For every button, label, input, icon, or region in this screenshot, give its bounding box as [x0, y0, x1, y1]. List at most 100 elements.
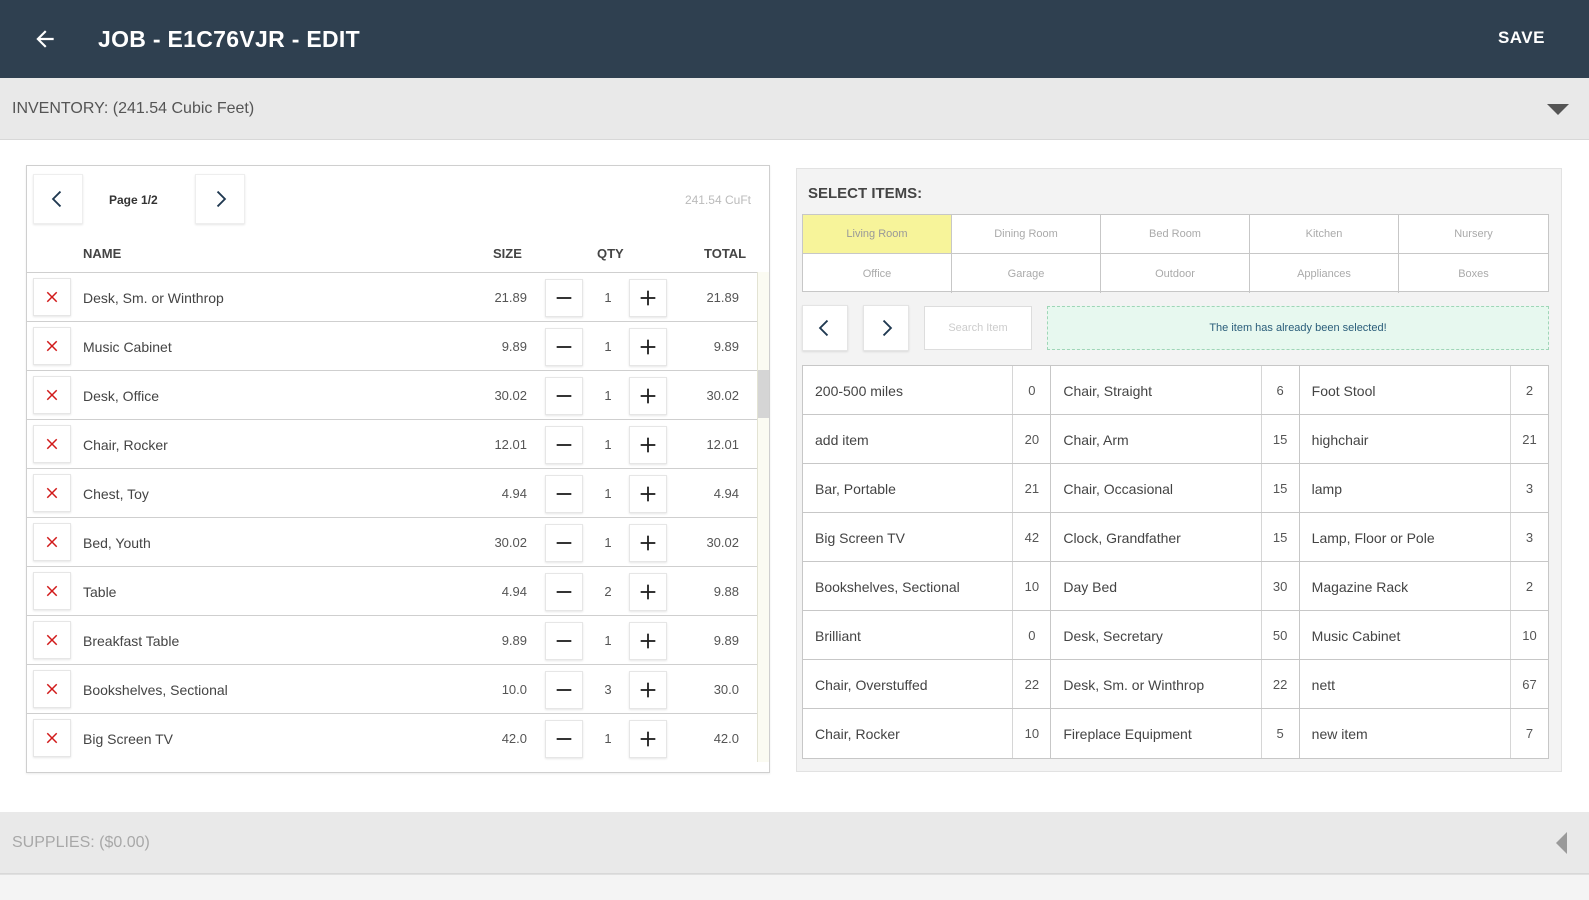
delete-item-button[interactable]	[33, 621, 71, 659]
inventory-row: Bookshelves, Sectional 10.0 3 30.0	[27, 664, 757, 713]
selectable-item-name: Chair, Arm	[1063, 432, 1129, 448]
items-next-button[interactable]	[863, 305, 909, 351]
decrease-qty-button[interactable]	[545, 377, 583, 415]
tab-bed-room[interactable]: Bed Room	[1101, 215, 1250, 254]
selectable-item[interactable]: Desk, Sm. or Winthrop 22	[1051, 660, 1300, 709]
save-button[interactable]: SAVE	[1498, 28, 1545, 48]
items-previous-button[interactable]	[802, 305, 848, 351]
increase-qty-button[interactable]	[629, 720, 667, 758]
next-page-button[interactable]	[195, 174, 245, 224]
scrollbar-thumb[interactable]	[758, 370, 769, 418]
item-size: 4.94	[501, 584, 527, 599]
supplies-section-header[interactable]: SUPPLIES: ($0.00)	[0, 812, 1589, 874]
decrease-qty-button[interactable]	[545, 279, 583, 317]
item-total: 12.01	[706, 437, 739, 452]
selectable-item[interactable]: Fireplace Equipment 5	[1051, 709, 1300, 758]
selectable-item-name: Clock, Grandfather	[1063, 530, 1181, 546]
plus-icon	[640, 584, 656, 600]
decrease-qty-button[interactable]	[545, 720, 583, 758]
tab-outdoor[interactable]: Outdoor	[1101, 254, 1250, 293]
increase-qty-button[interactable]	[629, 622, 667, 660]
tab-appliances[interactable]: Appliances	[1250, 254, 1399, 293]
tab-dining-room[interactable]: Dining Room	[952, 215, 1101, 254]
previous-page-button[interactable]	[33, 174, 83, 224]
decrease-qty-button[interactable]	[545, 426, 583, 464]
increase-qty-button[interactable]	[629, 671, 667, 709]
selectable-item[interactable]: nett 67	[1299, 660, 1548, 709]
selectable-item[interactable]: Bookshelves, Sectional 10	[803, 562, 1052, 611]
delete-item-button[interactable]	[33, 670, 71, 708]
tab-nursery[interactable]: Nursery	[1399, 215, 1548, 254]
tab-garage[interactable]: Garage	[952, 254, 1101, 293]
delete-item-button[interactable]	[33, 474, 71, 512]
inventory-section-header[interactable]: INVENTORY: (241.54 Cubic Feet)	[0, 78, 1589, 140]
tab-boxes[interactable]: Boxes	[1399, 254, 1548, 293]
decrease-qty-button[interactable]	[545, 671, 583, 709]
selectable-item[interactable]: Chair, Overstuffed 22	[803, 660, 1052, 709]
delete-item-button[interactable]	[33, 523, 71, 561]
selectable-item[interactable]: Lamp, Floor or Pole 3	[1299, 513, 1548, 562]
delete-item-button[interactable]	[33, 572, 71, 610]
increase-qty-button[interactable]	[629, 279, 667, 317]
search-item-input[interactable]	[924, 306, 1032, 350]
increase-qty-button[interactable]	[629, 475, 667, 513]
increase-qty-button[interactable]	[629, 377, 667, 415]
selectable-item[interactable]: lamp 3	[1299, 464, 1548, 513]
selectable-item[interactable]: Foot Stool 2	[1299, 366, 1548, 415]
decrease-qty-button[interactable]	[545, 524, 583, 562]
selectable-item[interactable]: highchair 21	[1299, 415, 1548, 464]
inventory-row: Big Screen TV 42.0 1 42.0	[27, 713, 757, 762]
item-size: 4.94	[501, 486, 527, 501]
item-total: 30.02	[706, 388, 739, 403]
increase-qty-button[interactable]	[629, 328, 667, 366]
app-bar: JOB - E1C76VJR - EDIT SAVE	[0, 0, 1589, 78]
caret-down-icon[interactable]	[1547, 104, 1569, 115]
increase-qty-button[interactable]	[629, 524, 667, 562]
selectable-item[interactable]: Bar, Portable 21	[803, 464, 1052, 513]
decrease-qty-button[interactable]	[545, 475, 583, 513]
selectable-item[interactable]: Magazine Rack 2	[1299, 562, 1548, 611]
selectable-item-name: Desk, Sm. or Winthrop	[1063, 677, 1205, 693]
selectable-item[interactable]: Chair, Arm 15	[1051, 415, 1300, 464]
selectable-item[interactable]: Chair, Straight 6	[1051, 366, 1300, 415]
selectable-item-name: Brilliant	[815, 628, 861, 644]
selectable-item[interactable]: new item 7	[1300, 709, 1548, 758]
tab-kitchen[interactable]: Kitchen	[1250, 215, 1399, 254]
selectable-item-name: Chair, Straight	[1063, 383, 1153, 399]
decrease-qty-button[interactable]	[545, 328, 583, 366]
item-total: 42.0	[713, 731, 739, 746]
selectable-item[interactable]: 200-500 miles 0	[803, 366, 1052, 415]
back-button[interactable]	[20, 14, 70, 64]
next-section-header[interactable]	[0, 874, 1589, 900]
tab-living-room[interactable]: Living Room	[803, 215, 952, 254]
selectable-item-count: 2	[1509, 366, 1548, 414]
delete-item-button[interactable]	[33, 719, 71, 757]
selectable-item-count: 21	[1509, 415, 1548, 463]
selectable-item-count: 3	[1509, 513, 1548, 561]
decrease-qty-button[interactable]	[545, 573, 583, 611]
close-icon	[46, 634, 58, 646]
delete-item-button[interactable]	[33, 376, 71, 414]
selectable-item[interactable]: Chair, Occasional 15	[1051, 464, 1300, 513]
selectable-item[interactable]: Chair, Rocker 10	[803, 709, 1052, 758]
tab-office[interactable]: Office	[803, 254, 952, 293]
item-size: 9.89	[501, 339, 527, 354]
selectable-item[interactable]: Desk, Secretary 50	[1051, 611, 1300, 660]
caret-left-icon[interactable]	[1556, 832, 1567, 854]
increase-qty-button[interactable]	[629, 573, 667, 611]
selectable-item[interactable]: Brilliant 0	[803, 611, 1052, 660]
delete-item-button[interactable]	[33, 425, 71, 463]
selectable-item[interactable]: Big Screen TV 42	[803, 513, 1052, 562]
inventory-row: Chest, Toy 4.94 1 4.94	[27, 468, 757, 517]
close-icon	[46, 487, 58, 499]
increase-qty-button[interactable]	[629, 426, 667, 464]
decrease-qty-button[interactable]	[545, 622, 583, 660]
selectable-item[interactable]: add item 20	[803, 415, 1052, 464]
delete-item-button[interactable]	[33, 278, 71, 316]
selectable-item[interactable]: Clock, Grandfather 15	[1051, 513, 1300, 562]
delete-item-button[interactable]	[33, 327, 71, 365]
inventory-row: Bed, Youth 30.02 1 30.02	[27, 517, 757, 566]
selectable-item[interactable]: Day Bed 30	[1051, 562, 1300, 611]
scrollbar[interactable]	[757, 272, 769, 762]
selectable-item[interactable]: Music Cabinet 10	[1299, 611, 1548, 660]
